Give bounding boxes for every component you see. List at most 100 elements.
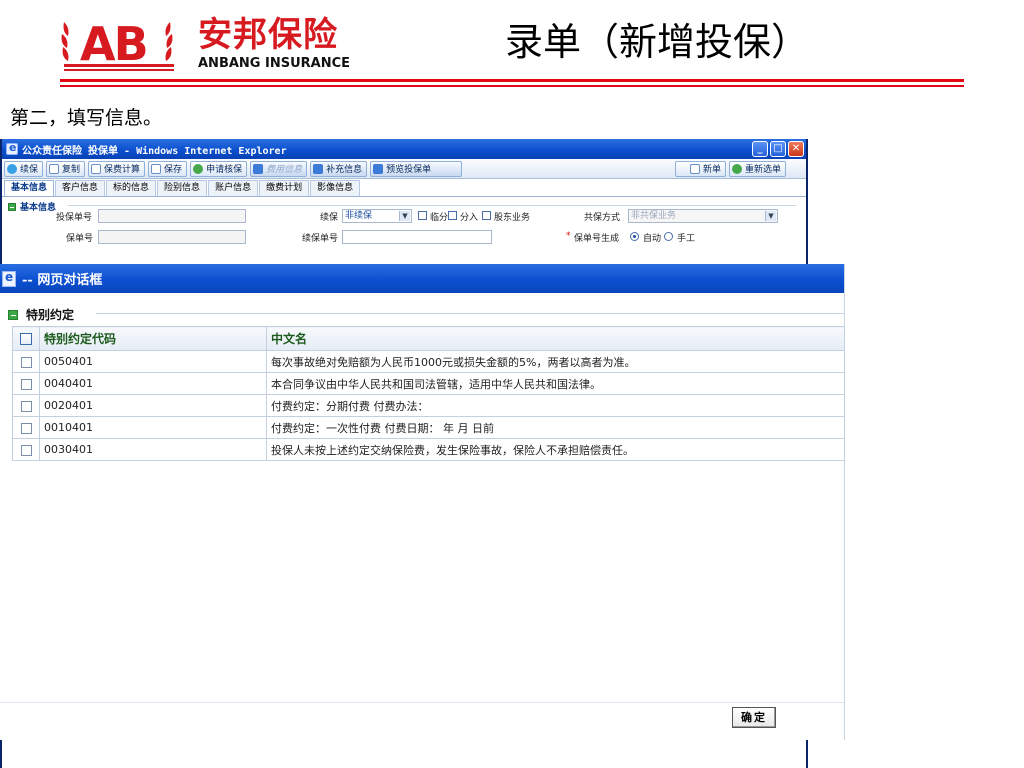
select-all-cell — [12, 326, 40, 351]
renew-icon — [7, 163, 17, 174]
window-titlebar[interactable]: 公众责任保险 投保单 - Windows Internet Explorer _… — [2, 139, 806, 159]
agreement-code: 0040401 — [39, 372, 267, 395]
column-header-code: 特别约定代码 — [39, 326, 267, 351]
premium-calc-button[interactable]: 保费计算 — [88, 160, 146, 177]
basic-info-heading: 基本信息 — [8, 200, 56, 213]
logo-ab-letters: AB — [80, 17, 149, 71]
fee-info-icon — [253, 163, 264, 174]
step-instruction: 第二，填写信息。 — [10, 107, 163, 129]
minimize-button[interactable]: _ — [752, 141, 768, 157]
coinsurance-select[interactable]: 非共保业务 ▼ — [628, 209, 778, 223]
dialog-title: -- 网页对话框 — [22, 273, 103, 288]
temp-reinsurance-checkbox[interactable] — [418, 211, 427, 220]
close-button[interactable]: ✕ — [788, 141, 804, 157]
renew-button[interactable]: 续保 — [4, 160, 44, 177]
collapse-icon[interactable] — [8, 202, 16, 211]
special-agreement-table: 特别约定代码 中文名 0050401 每次事故绝对免赔额为人民币1000元或损失… — [12, 326, 845, 461]
ok-button[interactable]: 确定 — [732, 707, 776, 728]
ie-page-icon — [2, 270, 16, 287]
reselect-button[interactable]: 重新选单 — [728, 160, 786, 177]
tab-payment-plan[interactable]: 缴费计划 — [259, 180, 310, 196]
preview-policy-button[interactable]: 预览投保单 — [370, 160, 463, 177]
agreement-code: 0030401 — [39, 438, 267, 461]
inward-label: 分入 — [460, 213, 479, 223]
new-document-icon — [689, 163, 700, 174]
supplement-info-button[interactable]: 补充信息 — [310, 160, 368, 177]
tab-coverage-info[interactable]: 险别信息 — [157, 180, 208, 196]
gen-auto-radio[interactable] — [630, 232, 639, 241]
chevron-down-icon: ▼ — [765, 211, 776, 221]
special-agreement-title: 特别约定 — [26, 308, 75, 322]
refresh-icon — [731, 163, 742, 174]
tab-basic-info[interactable]: 基本信息 — [4, 180, 55, 196]
fee-info-button[interactable]: 费用信息 — [250, 160, 308, 177]
agreement-name: 付费约定：一次性付费 付费日期： 年 月 日前 — [266, 416, 845, 439]
calculator-icon — [91, 163, 102, 174]
row-checkbox[interactable] — [20, 422, 32, 434]
agreement-name: 每次事故绝对免赔额为人民币1000元或损失金额的5%，两者以高者为准。 — [266, 350, 845, 373]
shareholder-business-checkbox[interactable] — [482, 211, 491, 220]
coinsurance-label: 共保方式 — [584, 213, 621, 223]
special-agreement-dialog: -- 网页对话框 特别约定 特别约定代码 中文名 0050401 每次事故绝对免… — [0, 264, 845, 740]
new-policy-button[interactable]: 新单 — [674, 160, 726, 177]
chevron-down-icon: ▼ — [399, 211, 410, 221]
temp-reinsurance-label: 临分 — [430, 213, 449, 223]
table-row[interactable]: 0050401 每次事故绝对免赔额为人民币1000元或损失金额的5%，两者以高者… — [12, 350, 845, 373]
table-row[interactable]: 0010401 付费约定：一次性付费 付费日期： 年 月 日前 — [12, 416, 845, 439]
agreement-name: 投保人未按上述约定交纳保险费，发生保险事故，保险人不承担赔偿责任。 — [266, 438, 845, 461]
renewal-value: 非续保 — [345, 211, 373, 221]
tab-customer-info[interactable]: 客户信息 — [55, 180, 106, 196]
inward-checkbox[interactable] — [448, 211, 457, 220]
ie-icon — [6, 141, 18, 155]
save-label: 保存 — [164, 165, 183, 175]
renewal-no-label: 续保单号 — [302, 234, 339, 244]
maximize-button[interactable]: □ — [770, 141, 786, 157]
window-title: 公众责任保险 投保单 - Windows Internet Explorer — [22, 145, 287, 157]
tab-image-info[interactable]: 影像信息 — [310, 180, 361, 196]
tab-subject-info[interactable]: 标的信息 — [106, 180, 157, 196]
supplement-info-label: 补充信息 — [326, 165, 363, 175]
new-policy-label: 新单 — [702, 165, 721, 175]
header-rule-thin — [60, 85, 964, 87]
save-button[interactable]: 保存 — [148, 160, 188, 177]
copy-label: 复制 — [62, 165, 81, 175]
preview-policy-label: 预览投保单 — [386, 165, 432, 175]
bao-no-input[interactable] — [98, 230, 246, 244]
policy-no-input[interactable] — [98, 209, 246, 223]
table-row[interactable]: 0020401 付费约定：分期付费 付费办法： — [12, 394, 845, 417]
tab-account-info[interactable]: 账户信息 — [208, 180, 259, 196]
select-all-checkbox[interactable] — [20, 333, 32, 345]
slide-title: 录单（新增投保） — [505, 20, 810, 64]
agreement-code: 0020401 — [39, 394, 267, 417]
gen-manual-radio[interactable] — [664, 232, 673, 241]
policy-no-label: 投保单号 — [56, 213, 93, 223]
logo-chinese-name: 安邦保险 — [198, 15, 338, 55]
premium-calc-label: 保费计算 — [104, 165, 141, 175]
dialog-titlebar[interactable]: -- 网页对话框 — [0, 264, 844, 293]
preview-icon — [373, 163, 384, 174]
apply-underwriting-button[interactable]: 申请核保 — [190, 160, 248, 177]
toolbar: 续保 复制 保费计算 保存 申请核保 费用信息 补充信息 预览投保单 新单 重新… — [2, 159, 806, 179]
copy-button[interactable]: 复制 — [46, 160, 86, 177]
renewal-label: 续保 — [320, 213, 339, 223]
section-divider — [96, 313, 844, 314]
row-checkbox[interactable] — [20, 444, 32, 456]
save-icon — [151, 163, 162, 174]
row-checkbox[interactable] — [20, 400, 32, 412]
basic-info-title: 基本信息 — [20, 203, 57, 213]
renewal-no-input[interactable] — [342, 230, 492, 244]
gen-auto-label: 自动 — [643, 234, 662, 244]
bao-no-label: 保单号 — [66, 234, 94, 244]
dialog-footer-divider — [0, 702, 844, 703]
special-agreement-heading: 特别约定 — [8, 306, 74, 323]
renewal-select[interactable]: 非续保 ▼ — [342, 209, 412, 223]
coinsurance-value: 非共保业务 — [631, 211, 677, 221]
row-checkbox[interactable] — [20, 356, 32, 368]
table-row[interactable]: 0040401 本合同争议由中华人民共和国司法管辖，适用中华人民共和国法律。 — [12, 372, 845, 395]
logo-english-name: ANBANG INSURANCE — [198, 56, 350, 71]
table-header-row: 特别约定代码 中文名 — [12, 326, 845, 351]
table-row[interactable]: 0030401 投保人未按上述约定交纳保险费，发生保险事故，保险人不承担赔偿责任… — [12, 438, 845, 461]
collapse-icon[interactable] — [8, 309, 18, 320]
section-divider — [68, 205, 796, 206]
row-checkbox[interactable] — [20, 378, 32, 390]
